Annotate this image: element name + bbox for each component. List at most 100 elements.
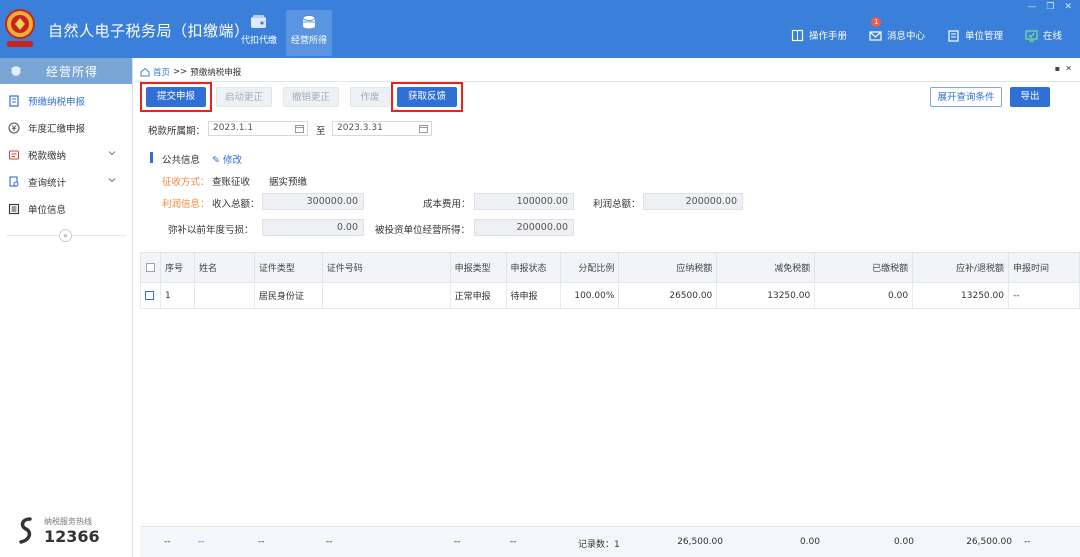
income-field[interactable]: 300000.00 <box>262 193 364 210</box>
nav-tab-business-income[interactable]: 经营所得 <box>286 10 332 56</box>
period-to-label: 至 <box>316 126 326 137</box>
public-info-title: 公共信息 <box>162 155 201 166</box>
column-header[interactable]: 已缴税额 <box>814 252 914 283</box>
period-start-input[interactable]: 2023.1.1 <box>208 121 308 136</box>
tax-bureau-emblem-icon <box>5 9 35 47</box>
invoice-icon <box>8 149 20 160</box>
start-correct-button[interactable]: 启动更正 <box>216 87 272 107</box>
column-header[interactable]: 应纳税额 <box>618 252 718 283</box>
sidebar-item-tax-payment[interactable]: 税款缴纳 <box>0 141 132 168</box>
export-button[interactable]: 导出 <box>1010 87 1050 107</box>
period-end-input[interactable]: 2023.3.31 <box>332 121 432 136</box>
home-icon <box>140 67 150 77</box>
column-header[interactable]: 证件类型 <box>253 252 323 283</box>
shield-icon <box>11 66 21 76</box>
loss-offset-field[interactable]: 0.00 <box>262 219 364 236</box>
collect-extra-value: 据实预缴 <box>269 177 308 188</box>
yen-circle-icon <box>8 121 20 134</box>
minimize-icon[interactable]: — <box>1027 2 1036 12</box>
sidebar-item-prepay-declare[interactable]: 预缴纳税申报 <box>0 87 132 114</box>
panel-close-icon[interactable]: ✕ <box>1065 64 1072 73</box>
breadcrumb: 首页 >> 预缴纳税申报 <box>140 66 241 78</box>
sidebar-item-unit-info[interactable]: 单位信息 <box>0 195 132 222</box>
list-icon <box>8 203 20 214</box>
table-cell: 13250.00 <box>912 282 1009 309</box>
close-icon[interactable]: ✕ <box>1064 2 1072 12</box>
unit-management-label: 单位管理 <box>964 31 1003 42</box>
column-header[interactable]: 证件号码 <box>321 252 451 283</box>
coins-icon <box>302 15 316 29</box>
nav-tab-withholding[interactable]: 代扣代缴 <box>236 10 282 56</box>
sidebar-header: 经营所得 <box>0 58 132 84</box>
sidebar-item-annual-settlement[interactable]: 年度汇缴申报 <box>0 114 132 141</box>
summary-tax: 26,500.00 <box>677 537 723 547</box>
nav-tab-label: 经营所得 <box>290 36 327 46</box>
manual-link[interactable]: 操作手册 <box>791 28 847 42</box>
edit-link[interactable]: ✎ 修改 <box>212 152 242 166</box>
invested-income-field[interactable]: 200000.00 <box>474 219 574 236</box>
column-header[interactable]: 申报类型 <box>449 252 507 283</box>
column-header[interactable]: 姓名 <box>193 252 255 283</box>
column-header[interactable]: 减免税额 <box>716 252 816 283</box>
online-label: 在线 <box>1042 31 1062 42</box>
cancel-correct-button[interactable]: 撤销更正 <box>283 87 339 107</box>
row-checkbox[interactable] <box>145 290 154 300</box>
window-controls: — ❐ ✕ <box>1027 2 1072 12</box>
hotline-logo-icon <box>19 517 32 544</box>
top-header: — ❐ ✕ 自然人电子税务局（扣缴端） 代扣代缴 经营所得 操作手册 1 消息中… <box>0 0 1080 58</box>
column-header[interactable]: 申报时间 <box>1007 252 1080 283</box>
cost-label: 成本费用： <box>423 199 471 210</box>
sidebar-item-label: 税款缴纳 <box>28 150 67 162</box>
column-header[interactable]: 序号 <box>159 252 195 283</box>
table-cell: 26500.00 <box>618 282 718 309</box>
restore-icon[interactable]: ❐ <box>1046 2 1054 12</box>
panel-restore-icon[interactable]: ▪ <box>1055 64 1060 73</box>
calendar-icon <box>419 125 428 133</box>
table-row[interactable]: 1 居民身份证 正常申报 待申报 100.00% 26500.00 13250.… <box>140 282 1080 309</box>
summary-reduce: 0.00 <box>799 537 820 547</box>
period-label: 税款所属期： <box>148 126 206 137</box>
profit-total-label: 利润总额： <box>593 199 641 210</box>
manual-label: 操作手册 <box>808 31 847 42</box>
unit-management-link[interactable]: 单位管理 <box>947 28 1003 42</box>
breadcrumb-current: 预缴纳税申报 <box>190 68 242 78</box>
select-all-cell[interactable] <box>140 252 161 283</box>
column-header[interactable]: 应补/退税额 <box>912 252 1009 283</box>
table-cell: 100.00% <box>560 282 620 309</box>
period-end-value: 2023.3.31 <box>337 123 383 133</box>
declaration-table: 序号 姓名 证件类型 证件号码 申报类型 申报状态 分配比例 应纳税额 减免税额… <box>140 252 1080 309</box>
summary-cell: -- <box>164 537 171 547</box>
chevron-down-icon <box>108 178 116 183</box>
sidebar-item-label: 预缴纳税申报 <box>28 96 86 108</box>
sidebar-collapse-button[interactable]: « <box>59 229 72 242</box>
highlight-box-submit <box>140 82 212 112</box>
profit-total-field[interactable]: 200000.00 <box>643 193 743 210</box>
message-center-link[interactable]: 1 消息中心 <box>869 17 925 42</box>
message-center-label: 消息中心 <box>886 31 925 42</box>
table-cell <box>321 282 451 309</box>
divider <box>134 81 1080 82</box>
summary-paid: 0.00 <box>893 537 914 547</box>
record-count: 记录数：1 <box>578 540 620 550</box>
period-start-value: 2023.1.1 <box>213 123 254 133</box>
row-select-cell[interactable] <box>140 282 161 309</box>
table-cell: 正常申报 <box>449 282 507 309</box>
column-header[interactable]: 申报状态 <box>505 252 562 283</box>
void-button[interactable]: 作废 <box>350 87 390 107</box>
table-cell: 0.00 <box>814 282 914 309</box>
cost-field[interactable]: 100000.00 <box>474 193 574 210</box>
building-icon <box>948 29 959 42</box>
breadcrumb-home[interactable]: 首页 <box>153 66 170 78</box>
app-title: 自然人电子税务局（扣缴端） <box>48 22 250 40</box>
select-all-checkbox[interactable] <box>145 262 155 272</box>
breadcrumb-separator: >> <box>173 67 188 77</box>
expand-query-button[interactable]: 展开查询条件 <box>930 87 1002 107</box>
online-status[interactable]: 在线 <box>1025 28 1062 42</box>
column-header[interactable]: 分配比例 <box>560 252 620 283</box>
table-cell <box>193 282 255 309</box>
calendar-icon <box>295 125 304 133</box>
sidebar-item-query-stats[interactable]: 查询统计 <box>0 168 132 195</box>
book-icon <box>791 29 804 41</box>
highlight-box-feedback <box>391 82 463 112</box>
monitor-icon <box>1025 29 1038 42</box>
